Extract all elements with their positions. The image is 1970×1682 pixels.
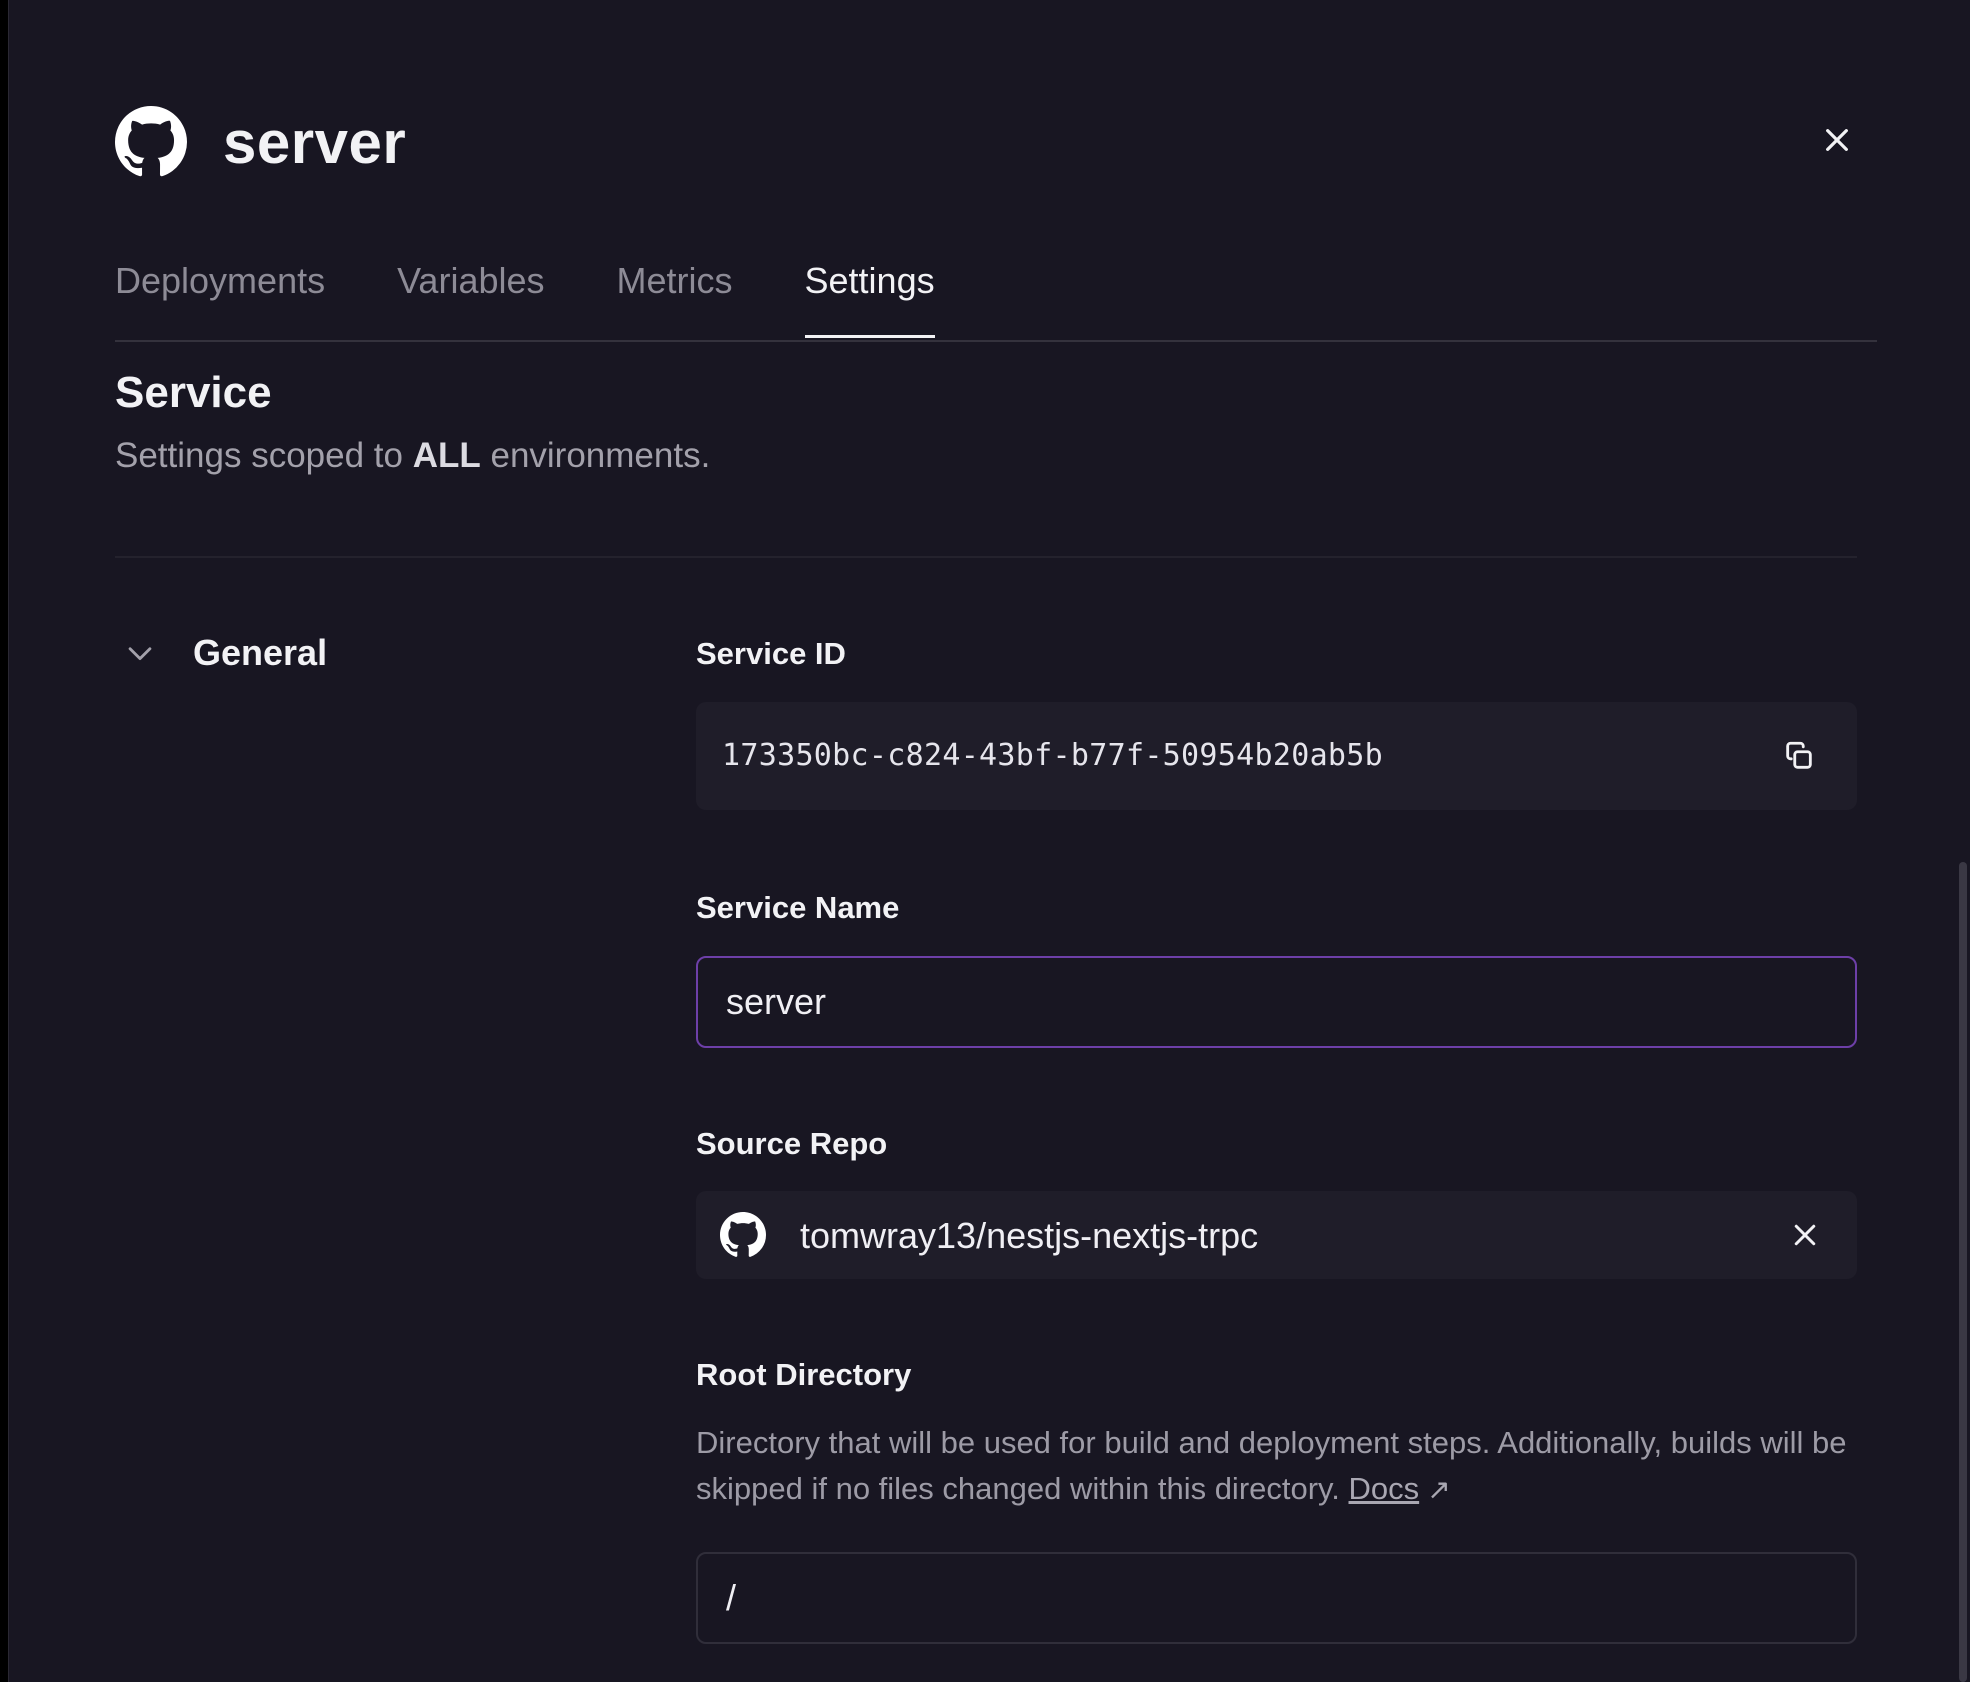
- copy-button[interactable]: [1782, 739, 1816, 773]
- service-name-input[interactable]: [696, 956, 1857, 1048]
- root-directory-label: Root Directory: [696, 1357, 912, 1392]
- service-id-value: 173350bc-c824-43bf-b77f-50954b20ab5b: [722, 738, 1384, 773]
- general-group-toggle[interactable]: General: [123, 632, 327, 674]
- source-repo-field: tomwray13/nestjs-nextjs-trpc: [696, 1191, 1857, 1279]
- external-link-icon: ↗: [1427, 1474, 1451, 1505]
- service-id-label: Service ID: [696, 636, 846, 671]
- service-id-field: 173350bc-c824-43bf-b77f-50954b20ab5b: [696, 702, 1857, 810]
- subtitle-suffix: environments.: [480, 436, 711, 475]
- github-icon: [720, 1212, 766, 1258]
- scrollbar[interactable]: [1959, 862, 1967, 1682]
- section-subtitle: Settings scoped to ALL environments.: [115, 436, 710, 476]
- group-label: General: [193, 632, 328, 673]
- source-repo-link[interactable]: tomwray13/nestjs-nextjs-trpc: [800, 1215, 1258, 1257]
- tab-variables[interactable]: Variables: [397, 256, 544, 334]
- tab-bar: Deployments Variables Metrics Settings: [115, 256, 1877, 342]
- close-button[interactable]: [1821, 124, 1853, 156]
- root-directory-description: Directory that will be used for build an…: [696, 1420, 1856, 1513]
- disconnect-repo-button[interactable]: [1790, 1220, 1820, 1250]
- tab-metrics[interactable]: Metrics: [617, 256, 733, 334]
- chevron-down-icon: [123, 636, 157, 670]
- subtitle-prefix: Settings scoped to: [115, 436, 413, 475]
- copy-icon: [1782, 739, 1816, 773]
- root-directory-input[interactable]: [696, 1552, 1857, 1644]
- close-icon: [1821, 124, 1853, 156]
- tab-deployments[interactable]: Deployments: [115, 256, 325, 334]
- github-icon: [115, 106, 187, 178]
- close-icon: [1790, 1220, 1820, 1250]
- description-text: Directory that will be used for build an…: [696, 1425, 1847, 1506]
- docs-link[interactable]: Docs: [1349, 1471, 1420, 1506]
- service-name-label: Service Name: [696, 890, 900, 925]
- section-divider: [115, 556, 1857, 558]
- page-title: server: [223, 108, 407, 176]
- tab-settings[interactable]: Settings: [804, 256, 935, 338]
- source-repo-label: Source Repo: [696, 1126, 888, 1161]
- service-settings-panel: server Deployments Variables Metrics Set…: [8, 0, 1970, 1682]
- section-title: Service: [115, 368, 272, 417]
- subtitle-emphasis: ALL: [412, 436, 481, 475]
- panel-header: server: [115, 104, 406, 180]
